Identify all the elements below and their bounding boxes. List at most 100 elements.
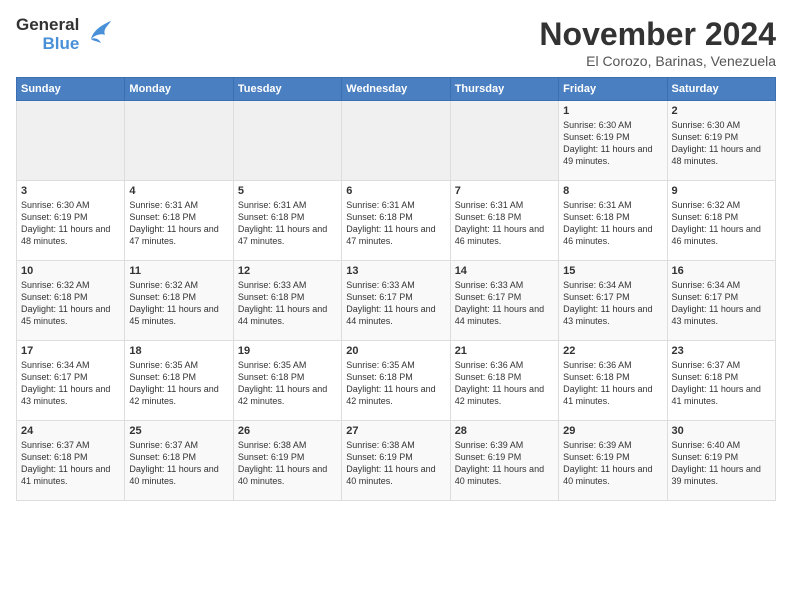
- day-info: Daylight: 11 hours and 47 minutes.: [129, 223, 228, 247]
- calendar-cell: 28Sunrise: 6:39 AMSunset: 6:19 PMDayligh…: [450, 421, 558, 501]
- calendar-week-2: 3Sunrise: 6:30 AMSunset: 6:19 PMDaylight…: [17, 181, 776, 261]
- calendar-cell: 23Sunrise: 6:37 AMSunset: 6:18 PMDayligh…: [667, 341, 775, 421]
- day-info: Daylight: 11 hours and 47 minutes.: [346, 223, 445, 247]
- day-info: Sunrise: 6:30 AM: [21, 199, 120, 211]
- day-number: 20: [346, 345, 445, 357]
- calendar-week-4: 17Sunrise: 6:34 AMSunset: 6:17 PMDayligh…: [17, 341, 776, 421]
- day-info: Sunset: 6:18 PM: [129, 451, 228, 463]
- day-info: Sunrise: 6:37 AM: [129, 439, 228, 451]
- day-number: 18: [129, 345, 228, 357]
- day-info: Sunrise: 6:36 AM: [455, 359, 554, 371]
- day-info: Daylight: 11 hours and 47 minutes.: [238, 223, 337, 247]
- day-info: Sunrise: 6:31 AM: [455, 199, 554, 211]
- calendar-cell: 1Sunrise: 6:30 AMSunset: 6:19 PMDaylight…: [559, 101, 667, 181]
- day-number: 17: [21, 345, 120, 357]
- day-info: Sunset: 6:18 PM: [672, 371, 771, 383]
- day-number: 22: [563, 345, 662, 357]
- calendar-cell: 25Sunrise: 6:37 AMSunset: 6:18 PMDayligh…: [125, 421, 233, 501]
- day-number: 1: [563, 105, 662, 117]
- day-header-thursday: Thursday: [450, 78, 558, 101]
- day-info: Sunrise: 6:30 AM: [563, 119, 662, 131]
- day-info: Sunrise: 6:35 AM: [238, 359, 337, 371]
- calendar-week-1: 1Sunrise: 6:30 AMSunset: 6:19 PMDaylight…: [17, 101, 776, 181]
- day-info: Sunset: 6:19 PM: [455, 451, 554, 463]
- day-number: 12: [238, 265, 337, 277]
- day-info: Sunrise: 6:39 AM: [563, 439, 662, 451]
- day-info: Daylight: 11 hours and 44 minutes.: [346, 303, 445, 327]
- calendar-cell: 4Sunrise: 6:31 AMSunset: 6:18 PMDaylight…: [125, 181, 233, 261]
- day-header-saturday: Saturday: [667, 78, 775, 101]
- day-info: Sunset: 6:18 PM: [672, 211, 771, 223]
- calendar-table: SundayMondayTuesdayWednesdayThursdayFrid…: [16, 77, 776, 501]
- calendar-cell: 12Sunrise: 6:33 AMSunset: 6:18 PMDayligh…: [233, 261, 341, 341]
- calendar-header: SundayMondayTuesdayWednesdayThursdayFrid…: [17, 78, 776, 101]
- day-info: Sunset: 6:18 PM: [455, 371, 554, 383]
- day-info: Sunset: 6:18 PM: [563, 211, 662, 223]
- day-number: 27: [346, 425, 445, 437]
- day-info: Sunset: 6:19 PM: [563, 451, 662, 463]
- day-info: Sunset: 6:19 PM: [563, 131, 662, 143]
- day-info: Sunrise: 6:34 AM: [563, 279, 662, 291]
- day-info: Sunset: 6:18 PM: [21, 291, 120, 303]
- calendar-cell: [342, 101, 450, 181]
- day-number: 16: [672, 265, 771, 277]
- logo-general: General: [16, 16, 79, 35]
- calendar-cell: 19Sunrise: 6:35 AMSunset: 6:18 PMDayligh…: [233, 341, 341, 421]
- day-info: Daylight: 11 hours and 48 minutes.: [21, 223, 120, 247]
- day-info: Sunset: 6:18 PM: [129, 371, 228, 383]
- calendar-cell: 20 Sunrise: 6:35 AMSunset: 6:18 PMDayligh…: [342, 341, 450, 421]
- day-info: Sunrise: 6:31 AM: [129, 199, 228, 211]
- calendar-cell: 13Sunrise: 6:33 AMSunset: 6:17 PMDayligh…: [342, 261, 450, 341]
- day-info: Sunrise: 6:38 AM: [346, 439, 445, 451]
- day-info: Sunrise: 6:36 AM: [563, 359, 662, 371]
- calendar-cell: 15Sunrise: 6:34 AMSunset: 6:17 PMDayligh…: [559, 261, 667, 341]
- calendar-cell: 29Sunrise: 6:39 AMSunset: 6:19 PMDayligh…: [559, 421, 667, 501]
- calendar-cell: [233, 101, 341, 181]
- calendar-cell: 26Sunrise: 6:38 AMSunset: 6:19 PMDayligh…: [233, 421, 341, 501]
- day-info: Sunset: 6:18 PM: [346, 371, 445, 383]
- day-info: Sunrise: 6:37 AM: [21, 439, 120, 451]
- day-info: Sunrise: 6:38 AM: [238, 439, 337, 451]
- calendar-week-3: 10Sunrise: 6:32 AMSunset: 6:18 PMDayligh…: [17, 261, 776, 341]
- logo-bird-icon: [85, 17, 113, 52]
- day-number: 5: [238, 185, 337, 197]
- day-info: Sunset: 6:18 PM: [129, 211, 228, 223]
- calendar-cell: 2 Sunrise: 6:30 AMSunset: 6:19 PMDaylight…: [667, 101, 775, 181]
- calendar-cell: [17, 101, 125, 181]
- day-info: Sunrise: 6:31 AM: [346, 199, 445, 211]
- day-info: Sunset: 6:19 PM: [672, 131, 771, 143]
- day-info: Daylight: 11 hours and 46 minutes.: [563, 223, 662, 247]
- calendar-week-5: 24Sunrise: 6:37 AMSunset: 6:18 PMDayligh…: [17, 421, 776, 501]
- day-info: Sunset: 6:19 PM: [672, 451, 771, 463]
- day-info: Daylight: 11 hours and 44 minutes.: [455, 303, 554, 327]
- day-info: Daylight: 11 hours and 43 minutes.: [563, 303, 662, 327]
- day-info: Sunset: 6:18 PM: [129, 291, 228, 303]
- day-number: 2: [672, 105, 771, 117]
- day-info: Sunset: 6:18 PM: [238, 211, 337, 223]
- calendar-cell: 14Sunrise: 6:33 AMSunset: 6:17 PMDayligh…: [450, 261, 558, 341]
- day-number: 19: [238, 345, 337, 357]
- day-header-monday: Monday: [125, 78, 233, 101]
- calendar-cell: [125, 101, 233, 181]
- calendar-cell: 17Sunrise: 6:34 AMSunset: 6:17 PMDayligh…: [17, 341, 125, 421]
- day-number: 6: [346, 185, 445, 197]
- day-info: Daylight: 11 hours and 48 minutes.: [672, 143, 771, 167]
- day-info: Daylight: 11 hours and 43 minutes.: [672, 303, 771, 327]
- day-info: Sunrise: 6:33 AM: [346, 279, 445, 291]
- calendar-cell: 7Sunrise: 6:31 AMSunset: 6:18 PMDaylight…: [450, 181, 558, 261]
- calendar-cell: [450, 101, 558, 181]
- day-info: Daylight: 11 hours and 42 minutes.: [238, 383, 337, 407]
- day-header-wednesday: Wednesday: [342, 78, 450, 101]
- day-info: Sunrise: 6:34 AM: [672, 279, 771, 291]
- day-header-friday: Friday: [559, 78, 667, 101]
- day-number: 13: [346, 265, 445, 277]
- day-info: Daylight: 11 hours and 42 minutes.: [346, 383, 445, 407]
- day-info: Sunset: 6:18 PM: [238, 291, 337, 303]
- day-info: Daylight: 11 hours and 40 minutes.: [346, 463, 445, 487]
- day-info: Sunrise: 6:35 AM: [346, 359, 445, 371]
- day-info: Sunrise: 6:39 AM: [455, 439, 554, 451]
- day-header-tuesday: Tuesday: [233, 78, 341, 101]
- logo: General Blue: [16, 16, 113, 53]
- day-info: Sunrise: 6:30 AM: [672, 119, 771, 131]
- day-info: Sunset: 6:17 PM: [672, 291, 771, 303]
